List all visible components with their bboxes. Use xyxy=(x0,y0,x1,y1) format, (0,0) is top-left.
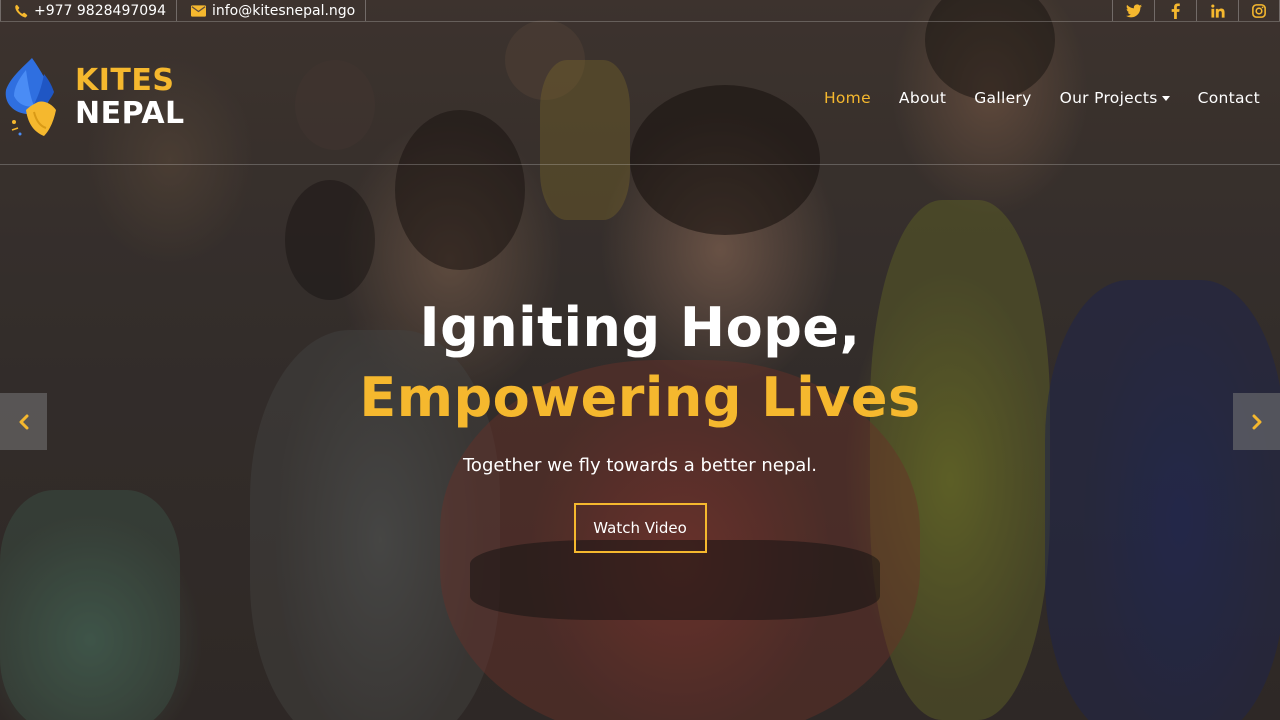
nav-contact[interactable]: Contact xyxy=(1184,89,1260,107)
chevron-left-icon xyxy=(19,414,28,429)
email-contact[interactable]: info@kitesnepal.ngo xyxy=(177,0,367,21)
nav-home[interactable]: Home xyxy=(810,89,885,107)
hero-heading-line2: Empowering Lives xyxy=(359,366,921,429)
contact-info: +977 9828497094 info@kitesnepal.ngo xyxy=(0,0,367,21)
site-logo[interactable]: KITES NEPAL xyxy=(4,54,204,144)
twitter-icon[interactable] xyxy=(1112,0,1154,21)
facebook-icon[interactable] xyxy=(1154,0,1196,21)
phone-contact[interactable]: +977 9828497094 xyxy=(0,0,177,21)
primary-nav: Home About Gallery Our Projects Contact xyxy=(810,89,1260,107)
hero-heading-line1: Igniting Hope, xyxy=(419,296,861,359)
nav-gallery[interactable]: Gallery xyxy=(960,89,1045,107)
hero-subtitle: Together we fly towards a better nepal. xyxy=(463,455,817,476)
slider-prev-button[interactable] xyxy=(0,393,47,450)
nav-our-projects-dropdown[interactable]: Our Projects xyxy=(1046,89,1184,107)
email-address: info@kitesnepal.ngo xyxy=(211,2,356,19)
instagram-icon[interactable] xyxy=(1238,0,1280,21)
nav-about[interactable]: About xyxy=(885,89,960,107)
social-links xyxy=(1112,0,1280,21)
logo-line-kites: KITES xyxy=(75,63,175,98)
nav-our-projects-label: Our Projects xyxy=(1059,89,1158,107)
phone-icon xyxy=(13,3,29,19)
linkedin-icon[interactable] xyxy=(1196,0,1238,21)
main-navbar: KITES NEPAL Home About Gallery Our Proje… xyxy=(0,32,1280,165)
caret-down-icon xyxy=(1161,96,1170,101)
logo-wordmark: KITES NEPAL xyxy=(75,64,185,130)
phone-number: +977 9828497094 xyxy=(34,2,166,19)
logo-line-nepal: NEPAL xyxy=(75,96,185,131)
hero-content: Igniting Hope, Empowering Lives Together… xyxy=(0,292,1280,553)
watch-video-button[interactable]: Watch Video xyxy=(573,503,707,553)
slider-next-button[interactable] xyxy=(1233,393,1280,450)
top-contact-bar: +977 9828497094 info@kitesnepal.ngo xyxy=(0,0,1280,22)
chevron-right-icon xyxy=(1252,414,1261,429)
envelope-icon xyxy=(191,3,207,19)
kite-logo-icon xyxy=(4,54,70,144)
